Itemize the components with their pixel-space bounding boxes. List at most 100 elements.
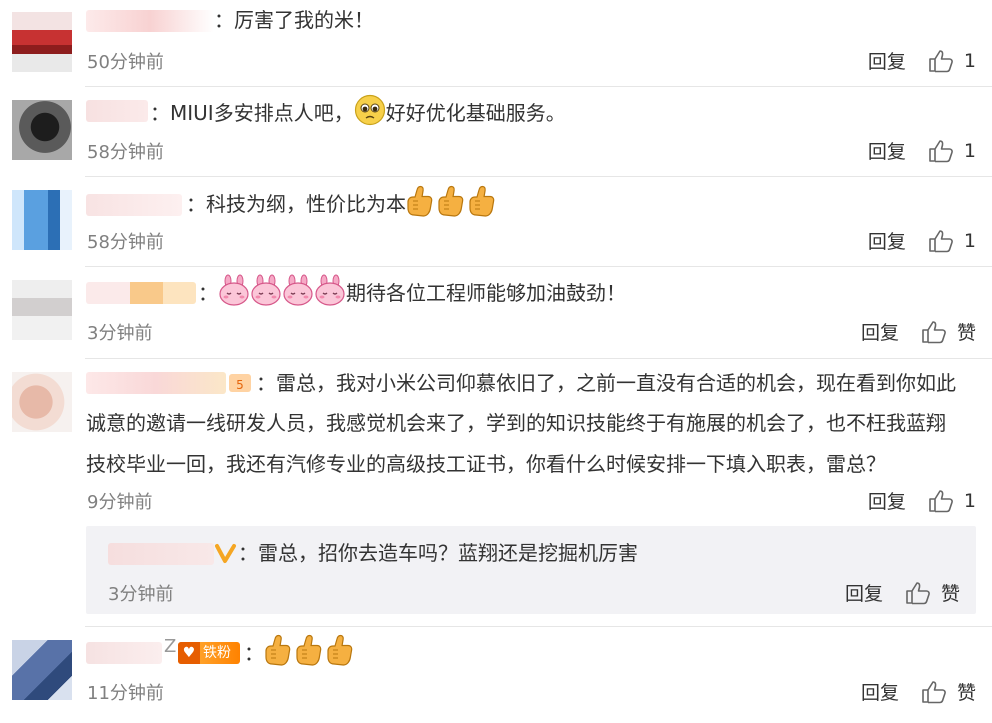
reply-button[interactable]: 回复 bbox=[868, 137, 906, 164]
comment-text: ：厉害了我的米！ bbox=[214, 2, 374, 38]
pink-bunny-emoji bbox=[282, 274, 314, 306]
thumbs-up-outline-icon bbox=[928, 229, 954, 253]
divider bbox=[85, 626, 992, 627]
divider bbox=[85, 176, 992, 177]
reply-time: 3分钟前 bbox=[108, 584, 174, 605]
avatar-blur bbox=[12, 100, 72, 160]
thumbs-up-emoji bbox=[437, 185, 465, 217]
comment-actions: 回复 1 bbox=[868, 487, 976, 514]
pink-bunny-emoji bbox=[250, 274, 282, 306]
comment-content: 期待各位工程师能够加油鼓劲！ bbox=[346, 281, 626, 305]
pink-bunny-emoji bbox=[314, 274, 346, 306]
comment-time: 11分钟前 bbox=[87, 683, 164, 704]
reply-button[interactable]: 回复 bbox=[861, 678, 899, 705]
username-blurred[interactable] bbox=[86, 10, 214, 32]
username-blurred[interactable] bbox=[86, 194, 182, 216]
thumbs-up-emoji bbox=[264, 634, 292, 666]
like-button[interactable]: 赞 bbox=[921, 318, 976, 345]
username-blurred[interactable] bbox=[86, 372, 226, 394]
like-button[interactable]: 1 bbox=[928, 229, 976, 253]
avatar-blur bbox=[12, 640, 72, 700]
thumbs-up-outline-icon bbox=[921, 320, 947, 344]
thumbs-up-outline-icon bbox=[928, 489, 954, 513]
username-blurred[interactable] bbox=[86, 100, 148, 122]
like-count: 赞 bbox=[956, 682, 976, 704]
username-blurred[interactable] bbox=[86, 282, 196, 304]
fan-badge-level: ♥ bbox=[178, 642, 200, 664]
divider bbox=[85, 358, 992, 359]
avatar[interactable] bbox=[12, 190, 72, 250]
avatar-blur bbox=[12, 190, 72, 250]
thumbs-up-emoji bbox=[406, 185, 434, 217]
avatar[interactable] bbox=[12, 372, 72, 432]
sub-reply: ：雷总，招你去造车吗？蓝翔还是挖掘机厉害 3分钟前 回复 赞 bbox=[86, 526, 976, 614]
avatar[interactable] bbox=[12, 100, 72, 160]
thumbs-up-outline-icon bbox=[928, 139, 954, 163]
comment-text: ：MIUI多安排点人吧， 好好优化基础服务。 bbox=[150, 94, 566, 131]
thumbs-up-outline-icon bbox=[905, 581, 931, 605]
comment-text: 诚意的邀请一线研发人员，我感觉机会来了，学到的知识技能终于有施展的机会了，也不枉… bbox=[86, 405, 946, 441]
avatar[interactable] bbox=[12, 640, 72, 700]
divider bbox=[85, 266, 992, 267]
like-button[interactable]: 1 bbox=[928, 139, 976, 163]
comment-text: ： 期待各位工程师能够加油鼓劲！ bbox=[198, 274, 626, 311]
reply-text: ：雷总，招你去造车吗？蓝翔还是挖掘机厉害 bbox=[238, 535, 638, 571]
like-count: 1 bbox=[963, 49, 976, 72]
username-blurred[interactable] bbox=[108, 543, 214, 565]
comment-text: 技校毕业一回，我还有汽修专业的高级技工证书，你看什么时候安排一下填入职表，雷总？ bbox=[86, 446, 886, 482]
reply-actions: 回复 赞 bbox=[845, 579, 960, 606]
avatar[interactable] bbox=[12, 12, 72, 72]
comment-text: ：雷总，我对小米公司仰慕依旧了，之前一直没有合适的机会，现在看到你如此 bbox=[256, 365, 956, 401]
comment-content: ：MIUI多安排点人吧， bbox=[150, 101, 354, 125]
like-button[interactable]: 赞 bbox=[921, 678, 976, 705]
verified-v-icon bbox=[215, 544, 236, 563]
comment-time: 9分钟前 bbox=[87, 492, 153, 513]
like-count: 1 bbox=[963, 229, 976, 252]
fan-badge-label: 铁粉 bbox=[203, 645, 231, 661]
divider bbox=[85, 86, 992, 87]
like-count: 赞 bbox=[940, 583, 960, 605]
like-button[interactable]: 1 bbox=[928, 49, 976, 73]
like-button[interactable]: 赞 bbox=[905, 579, 960, 606]
comment-time: 50分钟前 bbox=[87, 52, 164, 73]
svg-text:5: 5 bbox=[236, 378, 244, 392]
comment-content-2: 好好优化基础服务。 bbox=[385, 101, 566, 125]
reply-content: ：雷总，招你去造车吗？蓝翔还是挖掘机厉害 bbox=[238, 541, 638, 565]
reply-button[interactable]: 回复 bbox=[868, 47, 906, 74]
avatar-blur bbox=[12, 372, 72, 432]
username-suffix[interactable]: Z bbox=[164, 636, 176, 657]
comment-time: 58分钟前 bbox=[87, 232, 164, 253]
like-count: 1 bbox=[963, 489, 976, 512]
reply-button[interactable]: 回复 bbox=[861, 318, 899, 345]
comment-actions: 回复 赞 bbox=[861, 678, 976, 705]
thumbs-up-emoji bbox=[326, 634, 354, 666]
comment-colon: ： bbox=[198, 281, 218, 305]
comment-content: ：厉害了我的米！ bbox=[214, 8, 374, 32]
reply-button[interactable]: 回复 bbox=[845, 579, 883, 606]
avatar-blur bbox=[12, 280, 72, 340]
thumbs-up-emoji bbox=[468, 185, 496, 217]
iron-fan-badge: ♥ 铁粉 bbox=[178, 642, 240, 664]
comment-content: ： bbox=[244, 641, 264, 665]
comment-list: ：厉害了我的米！ 50分钟前 回复 1 ：MIUI多安排点人吧， 好好优化基础服务… bbox=[0, 0, 992, 723]
like-count: 赞 bbox=[956, 322, 976, 344]
avatar-blur bbox=[12, 12, 72, 72]
username-blurred[interactable] bbox=[86, 642, 162, 664]
comment-content: ：科技为纲，性价比为本 bbox=[186, 192, 406, 216]
like-button[interactable]: 1 bbox=[928, 489, 976, 513]
comment-line-1: ：雷总，我对小米公司仰慕依旧了，之前一直没有合适的机会，现在看到你如此 bbox=[256, 371, 956, 395]
pleading-face-emoji bbox=[354, 94, 386, 126]
reply-button[interactable]: 回复 bbox=[868, 227, 906, 254]
comment-actions: 回复 1 bbox=[868, 137, 976, 164]
comment-line-2: 诚意的邀请一线研发人员，我感觉机会来了，学到的知识技能终于有施展的机会了，也不枉… bbox=[86, 411, 946, 435]
thumbs-up-emoji bbox=[295, 634, 323, 666]
fan-badge-icon: 5 bbox=[229, 374, 251, 392]
avatar[interactable] bbox=[12, 280, 72, 340]
thumbs-up-outline-icon bbox=[928, 49, 954, 73]
reply-button[interactable]: 回复 bbox=[868, 487, 906, 514]
comment-actions: 回复 1 bbox=[868, 47, 976, 74]
comment-line-3: 技校毕业一回，我还有汽修专业的高级技工证书，你看什么时候安排一下填入职表，雷总？ bbox=[86, 452, 886, 476]
like-count: 1 bbox=[963, 139, 976, 162]
comment-text: ： bbox=[244, 634, 354, 671]
comment-text: ：科技为纲，性价比为本 bbox=[186, 185, 496, 222]
